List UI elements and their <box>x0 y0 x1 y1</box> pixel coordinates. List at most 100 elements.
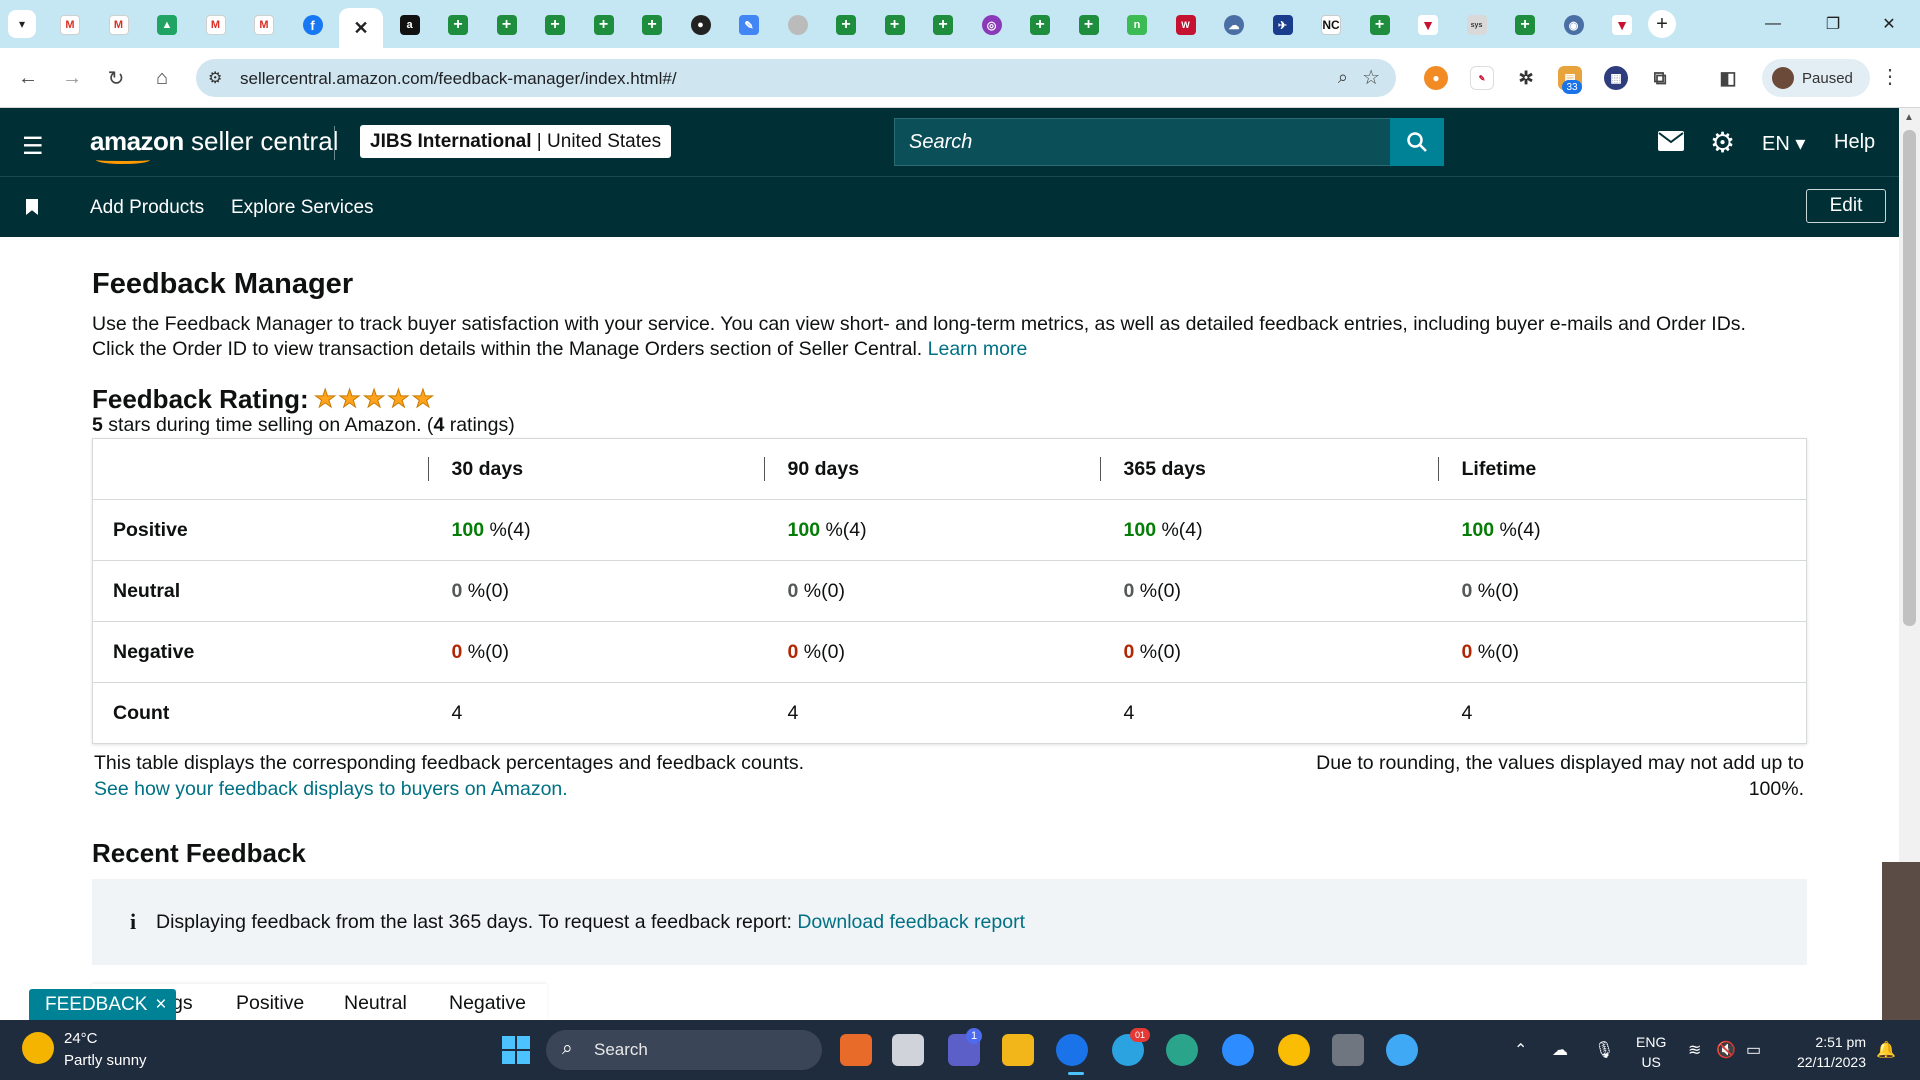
browser-tab[interactable]: ● <box>679 8 723 42</box>
tab-positive[interactable]: Positive <box>236 992 304 1015</box>
browser-tab[interactable]: M <box>48 8 92 42</box>
window-close-icon[interactable]: ✕ <box>1866 10 1912 38</box>
browser-tab[interactable] <box>776 8 820 42</box>
tab-neutral[interactable]: Neutral <box>344 992 407 1015</box>
taskbar-app-calculator-icon[interactable] <box>1332 1034 1364 1066</box>
weather-desc[interactable]: Partly sunny <box>64 1052 147 1069</box>
onedrive-cloud-icon[interactable]: ☁ <box>1552 1040 1568 1060</box>
zoom-icon[interactable]: ⌕ <box>1338 67 1348 88</box>
browser-tab[interactable]: ◉ <box>1552 8 1596 42</box>
download-report-link[interactable]: Download feedback report <box>797 911 1025 933</box>
browser-tab[interactable]: ◎ <box>970 8 1014 42</box>
nav-explore-services[interactable]: Explore Services <box>231 197 374 219</box>
browser-tab[interactable]: + <box>1018 8 1062 42</box>
edit-bookmarks-button[interactable]: Edit <box>1806 189 1886 223</box>
notification-bell-icon[interactable]: 🔔 <box>1876 1040 1896 1060</box>
taskbar-app-edge-icon[interactable] <box>1166 1034 1198 1066</box>
scroll-up-icon[interactable]: ▲ <box>1904 112 1914 123</box>
browser-tab[interactable]: sys <box>1455 8 1499 42</box>
taskbar-app-chrome-2-icon[interactable] <box>1278 1034 1310 1066</box>
search-input[interactable] <box>895 119 1443 165</box>
taskbar-app-chrome-icon[interactable] <box>1056 1034 1088 1066</box>
mail-icon[interactable] <box>1658 130 1684 158</box>
windows-start-icon[interactable] <box>502 1036 530 1064</box>
feedback-widget-button[interactable]: FEEDBACK × <box>29 989 176 1021</box>
profile-button[interactable]: Paused <box>1762 59 1870 97</box>
browser-tab[interactable]: + <box>630 8 674 42</box>
browser-tab[interactable]: ✈ <box>1261 8 1305 42</box>
hamburger-menu-icon[interactable]: ☰ <box>22 132 44 161</box>
nav-add-products[interactable]: Add Products <box>90 197 204 219</box>
browser-tab[interactable]: NC <box>1309 8 1353 42</box>
browser-tab[interactable]: f <box>291 8 335 42</box>
browser-tab[interactable]: + <box>582 8 626 42</box>
browser-tab[interactable]: ▲ <box>145 8 189 42</box>
system-clock[interactable]: 2:51 pm 22/11/2023 <box>1786 1032 1866 1072</box>
browser-tab[interactable]: ▼ <box>1406 8 1450 42</box>
tray-overflow-icon[interactable]: ⌃ <box>1514 1040 1527 1060</box>
settings-gear-icon[interactable]: ⚙ <box>1710 126 1735 159</box>
browser-tab[interactable]: + <box>921 8 965 42</box>
search-button[interactable] <box>1390 118 1444 166</box>
side-panel-icon[interactable]: ◧ <box>1716 66 1740 90</box>
extensions-puzzle-icon[interactable]: ⧉ <box>1648 66 1672 90</box>
site-info-icon[interactable]: ⚙ <box>208 68 222 88</box>
browser-tab[interactable]: ▼ <box>1600 8 1644 42</box>
tab-negative[interactable]: Negative <box>449 992 526 1015</box>
video-thumbnail[interactable] <box>1882 862 1920 1020</box>
wifi-icon[interactable]: ≋ <box>1688 1040 1701 1060</box>
bookmark-icon[interactable] <box>26 199 38 215</box>
browser-tab[interactable]: + <box>436 8 480 42</box>
url-text[interactable]: sellercentral.amazon.com/feedback-manage… <box>240 69 677 89</box>
browser-tab[interactable]: M <box>242 8 286 42</box>
taskbar-app-files-icon[interactable] <box>892 1034 924 1066</box>
browser-tab[interactable]: ✎ <box>727 8 771 42</box>
input-language[interactable]: ENG US <box>1636 1032 1666 1072</box>
browser-tab[interactable]: + <box>873 8 917 42</box>
weather-temp[interactable]: 24°C <box>64 1030 98 1047</box>
tab-search-dropdown-icon[interactable]: ▾ <box>8 10 36 38</box>
browser-tab[interactable]: + <box>485 8 529 42</box>
browser-tab[interactable]: + <box>533 8 577 42</box>
browser-tab[interactable]: + <box>824 8 868 42</box>
see-feedback-display-link[interactable]: See how your feedback displays to buyers… <box>94 778 568 800</box>
seller-central-logo[interactable]: amazon seller central <box>90 126 338 164</box>
taskbar-app-paint-icon[interactable] <box>1386 1034 1418 1066</box>
browser-tab[interactable]: M <box>97 8 141 42</box>
browser-tab[interactable]: ☁ <box>1212 8 1256 42</box>
speaker-muted-icon[interactable]: 🔇 <box>1716 1040 1736 1060</box>
help-link[interactable]: Help <box>1834 131 1875 154</box>
weather-sun-icon[interactable] <box>22 1032 54 1064</box>
scroll-thumb[interactable] <box>1903 130 1916 626</box>
browser-tab[interactable]: a <box>388 8 432 42</box>
browser-tab[interactable]: M <box>194 8 238 42</box>
bookmark-star-icon[interactable]: ☆ <box>1362 65 1380 90</box>
restore-icon[interactable]: ❐ <box>1810 10 1856 38</box>
new-tab-button[interactable]: + <box>1648 10 1676 38</box>
browser-tab[interactable]: + <box>1503 8 1547 42</box>
browser-tab[interactable]: ✕ <box>339 8 383 48</box>
browser-menu-icon[interactable]: ⋮ <box>1880 64 1900 89</box>
feedback-close-icon[interactable]: × <box>155 994 166 1016</box>
back-icon[interactable]: ← <box>14 64 42 92</box>
reload-icon[interactable]: ↻ <box>102 64 130 92</box>
extension-gear-icon[interactable]: ✲ <box>1514 66 1538 90</box>
address-bar[interactable]: ⚙ sellercentral.amazon.com/feedback-mana… <box>196 59 1396 97</box>
browser-tab[interactable]: + <box>1067 8 1111 42</box>
tab-close-icon[interactable]: ✕ <box>351 18 371 38</box>
taskbar-search[interactable]: ⌕ Search <box>546 1030 822 1070</box>
microphone-icon[interactable]: 🎙 <box>1594 1040 1614 1060</box>
browser-tab[interactable]: + <box>1358 8 1402 42</box>
learn-more-link[interactable]: Learn more <box>928 338 1028 360</box>
browser-tab[interactable]: W <box>1164 8 1208 42</box>
browser-tab[interactable]: n <box>1115 8 1159 42</box>
taskbar-app-copilot-icon[interactable] <box>840 1034 872 1066</box>
minimize-icon[interactable]: — <box>1750 10 1796 38</box>
home-icon[interactable]: ⌂ <box>148 64 176 92</box>
battery-icon[interactable]: ▭ <box>1746 1040 1761 1060</box>
extension-grid-icon[interactable]: ▦ <box>1604 66 1628 90</box>
forward-icon[interactable]: → <box>58 64 86 92</box>
language-selector[interactable]: EN ▾ <box>1762 131 1805 156</box>
account-switcher[interactable]: JIBS International | United States <box>360 125 672 158</box>
extension-orange-icon[interactable]: ● <box>1424 66 1448 90</box>
